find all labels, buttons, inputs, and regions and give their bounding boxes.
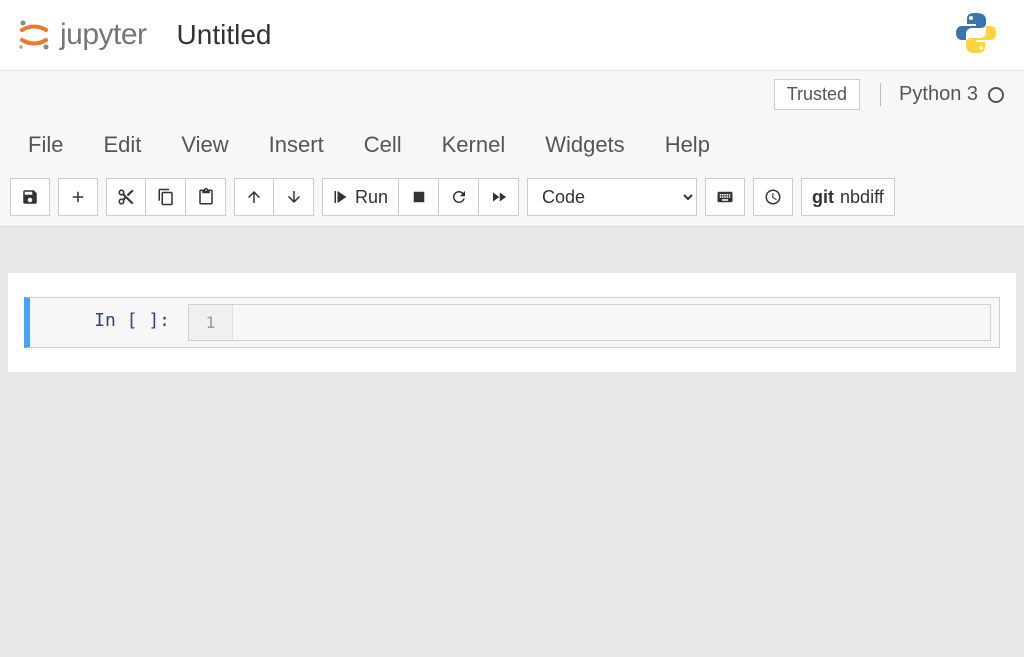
- cut-button[interactable]: [106, 178, 146, 216]
- git-nbdiff-button[interactable]: git nbdiff: [801, 178, 895, 216]
- menu-cell[interactable]: Cell: [364, 132, 402, 158]
- plus-icon: [69, 188, 87, 206]
- status-bar: Trusted Python 3: [0, 70, 1024, 118]
- command-palette-button[interactable]: [705, 178, 745, 216]
- notebook-area: In [ ]: 1: [8, 273, 1016, 372]
- run-button[interactable]: Run: [322, 178, 399, 216]
- save-icon: [21, 188, 39, 206]
- nbdiff-label: nbdiff: [840, 187, 884, 208]
- menubar: File Edit View Insert Cell Kernel Widget…: [0, 118, 1024, 172]
- code-input[interactable]: [233, 305, 990, 340]
- copy-icon: [157, 188, 175, 206]
- kernel-name-label: Python 3: [899, 83, 978, 106]
- menu-insert[interactable]: Insert: [269, 132, 324, 158]
- line-number: 1: [189, 305, 233, 340]
- menu-widgets[interactable]: Widgets: [545, 132, 624, 158]
- jupyter-icon: [16, 17, 52, 53]
- menu-view[interactable]: View: [181, 132, 228, 158]
- clock-icon: [764, 188, 782, 206]
- arrow-up-icon: [245, 188, 263, 206]
- header: jupyter Untitled: [0, 0, 1024, 70]
- restart-button[interactable]: [439, 178, 479, 216]
- kernel-name[interactable]: Python 3: [880, 83, 1004, 106]
- jupyter-logo[interactable]: jupyter: [16, 17, 147, 53]
- move-down-button[interactable]: [274, 178, 314, 216]
- menu-file[interactable]: File: [28, 132, 63, 158]
- schedule-button[interactable]: [753, 178, 793, 216]
- notebook-title[interactable]: Untitled: [177, 19, 272, 51]
- python-logo: [952, 9, 1000, 62]
- run-label: Run: [355, 187, 388, 208]
- keyboard-icon: [716, 188, 734, 206]
- add-cell-button[interactable]: [58, 178, 98, 216]
- paste-button[interactable]: [186, 178, 226, 216]
- cell-type-select[interactable]: Code: [527, 178, 697, 216]
- cut-icon: [117, 188, 135, 206]
- fast-forward-icon: [490, 188, 508, 206]
- git-label: git: [812, 187, 834, 208]
- restart-icon: [450, 188, 468, 206]
- code-cell[interactable]: In [ ]: 1: [24, 297, 1000, 348]
- restart-run-all-button[interactable]: [479, 178, 519, 216]
- logo-text: jupyter: [60, 18, 147, 52]
- save-button[interactable]: [10, 178, 50, 216]
- trusted-badge[interactable]: Trusted: [774, 79, 860, 110]
- menu-kernel[interactable]: Kernel: [442, 132, 506, 158]
- toolbar: Run Code git nbdiff: [0, 172, 1024, 227]
- paste-icon: [197, 188, 215, 206]
- menu-help[interactable]: Help: [665, 132, 710, 158]
- spacer: [0, 227, 1024, 253]
- arrow-down-icon: [285, 188, 303, 206]
- menu-edit[interactable]: Edit: [103, 132, 141, 158]
- copy-button[interactable]: [146, 178, 186, 216]
- stop-icon: [410, 188, 428, 206]
- stop-button[interactable]: [399, 178, 439, 216]
- cell-input-area[interactable]: 1: [188, 304, 991, 341]
- move-up-button[interactable]: [234, 178, 274, 216]
- kernel-indicator-icon: [988, 87, 1004, 103]
- run-icon: [333, 188, 351, 206]
- cell-prompt: In [ ]:: [30, 298, 180, 347]
